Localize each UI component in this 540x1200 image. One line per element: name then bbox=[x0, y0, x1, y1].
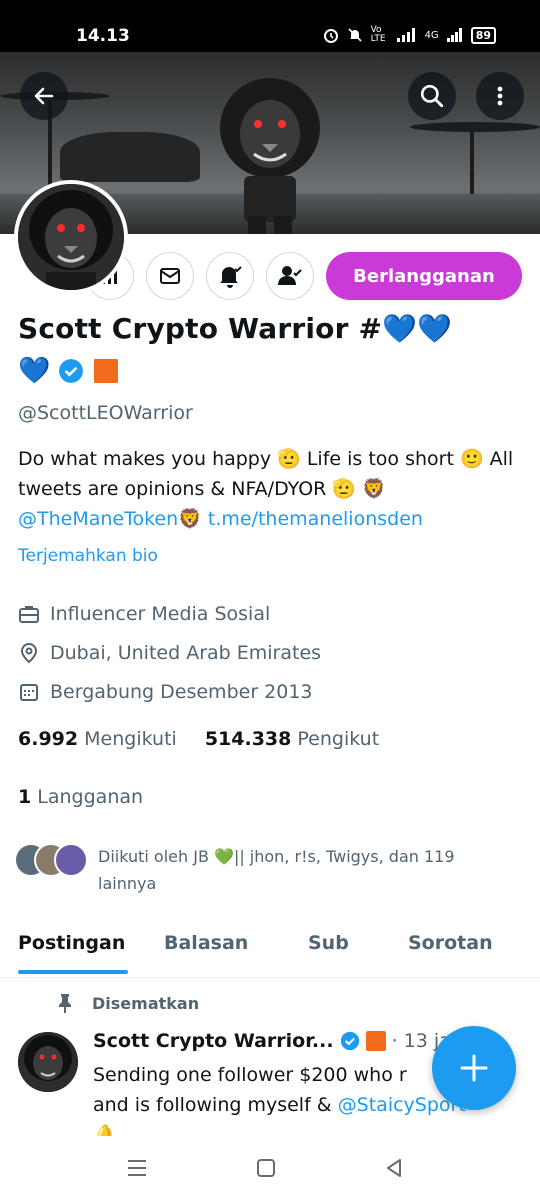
lion-avatar-image bbox=[18, 184, 124, 290]
subscriptions-count: 1 bbox=[18, 786, 32, 808]
plus-icon bbox=[460, 1054, 488, 1082]
followed-by[interactable]: Diikuti oleh JB 💚|| jhon, r!s, Twigys, d… bbox=[14, 843, 508, 897]
profile-joined: Bergabung Desember 2013 bbox=[18, 681, 313, 703]
follower-avatar bbox=[54, 843, 88, 877]
status-icons: Vo LTE 4G 89 bbox=[323, 26, 496, 44]
volte-label: Vo LTE bbox=[370, 25, 386, 44]
profile-category: Influencer Media Sosial bbox=[18, 603, 270, 625]
compose-button[interactable] bbox=[432, 1026, 516, 1110]
lion-avatar-image bbox=[18, 1032, 78, 1092]
name-emoji: 💙 bbox=[18, 356, 51, 386]
location-pin-icon bbox=[20, 642, 38, 664]
pinned-text: Disematkan bbox=[92, 993, 200, 1013]
status-bar: 14.13 Vo LTE 4G 89 bbox=[0, 0, 540, 52]
alarm-icon bbox=[323, 29, 338, 43]
profile-bio: Do what makes you happy 🫡 Life is too sh… bbox=[18, 444, 523, 534]
search-button[interactable] bbox=[408, 72, 456, 120]
tab-replies[interactable]: Balasan bbox=[164, 932, 248, 954]
tab-highlights[interactable]: Sorotan bbox=[408, 932, 493, 954]
tweet-header: Scott Crypto Warrior... · 13 ja bbox=[93, 1030, 451, 1052]
status-time: 14.13 bbox=[76, 26, 130, 46]
calendar-icon bbox=[20, 684, 38, 701]
menu-icon[interactable] bbox=[126, 1158, 148, 1178]
bio-text: Do what makes you happy 🫡 Life is too sh… bbox=[18, 448, 514, 500]
profile-page: 14.13 Vo LTE 4G 89 Berlangganan Scott Cr… bbox=[0, 0, 540, 1200]
follow-button[interactable] bbox=[266, 252, 314, 300]
tab-posts[interactable]: Postingan bbox=[18, 932, 125, 954]
followers-count: 514.338 bbox=[204, 728, 292, 750]
notification-bell-icon bbox=[220, 266, 242, 288]
pinned-label: Disematkan bbox=[56, 993, 199, 1013]
pin-icon bbox=[59, 994, 71, 1013]
more-button[interactable] bbox=[476, 72, 524, 120]
message-icon bbox=[160, 268, 180, 284]
subscriptions-label: Langganan bbox=[37, 786, 144, 808]
follow-user-icon bbox=[278, 266, 302, 285]
verified-badge-icon bbox=[340, 1031, 359, 1051]
back-triangle-icon[interactable] bbox=[384, 1158, 404, 1178]
active-tab-indicator bbox=[18, 970, 128, 974]
profile-avatar[interactable] bbox=[14, 180, 128, 294]
affiliate-badge-icon bbox=[365, 1031, 386, 1051]
notifications-button[interactable] bbox=[206, 252, 254, 300]
following-count: 6.992 bbox=[18, 728, 79, 750]
verified-badge-icon[interactable] bbox=[58, 358, 84, 384]
subscriptions-stat[interactable]: 1 Langganan bbox=[18, 786, 143, 808]
signal-icon-2 bbox=[446, 28, 462, 42]
tweet-author-avatar[interactable] bbox=[18, 1032, 78, 1092]
following-label: Mengikuti bbox=[84, 728, 177, 750]
tab-subs[interactable]: Sub bbox=[308, 932, 349, 954]
profile-name: Scott Crypto Warrior #💙💙 bbox=[18, 312, 453, 345]
tweet-author-name[interactable]: Scott Crypto Warrior... bbox=[93, 1030, 334, 1052]
translate-bio-link[interactable]: Terjemahkan bio bbox=[18, 546, 158, 566]
back-button[interactable] bbox=[20, 72, 68, 120]
search-icon bbox=[420, 84, 444, 108]
bio-telegram-link[interactable]: t.me/themanelionsden bbox=[208, 508, 423, 530]
followers-label: Pengikut bbox=[297, 728, 380, 750]
mute-bell-icon bbox=[347, 28, 362, 42]
tweet-line-2-text: and is following myself & bbox=[93, 1094, 332, 1116]
banner-lion-figure bbox=[220, 78, 320, 234]
subscribe-button[interactable]: Berlangganan bbox=[326, 252, 522, 300]
more-vertical-icon bbox=[497, 86, 503, 106]
back-arrow-icon bbox=[34, 87, 54, 105]
affiliate-badge-icon[interactable] bbox=[92, 357, 121, 385]
followers-stat[interactable]: 514.338 Pengikut bbox=[205, 728, 379, 750]
battery-indicator: 89 bbox=[470, 26, 496, 44]
follow-stats: 6.992 Mengikuti 514.338 Pengikut bbox=[18, 728, 379, 750]
location-label: Dubai, United Arab Emirates bbox=[50, 642, 322, 664]
system-nav-bar bbox=[0, 1136, 540, 1200]
signal-icon bbox=[396, 28, 415, 42]
profile-name-row-2: 💙 bbox=[18, 356, 121, 386]
bio-mention-link[interactable]: @TheManeToken🦁 bbox=[18, 508, 202, 530]
home-square-icon[interactable] bbox=[256, 1158, 276, 1178]
following-stat[interactable]: 6.992 Mengikuti bbox=[18, 728, 177, 750]
profile-location: Dubai, United Arab Emirates bbox=[18, 642, 321, 664]
message-button[interactable] bbox=[146, 252, 194, 300]
network-type-label: 4G bbox=[424, 29, 439, 41]
followed-by-text: Diikuti oleh JB 💚|| jhon, r!s, Twigys, d… bbox=[98, 847, 455, 893]
category-label: Influencer Media Sosial bbox=[50, 603, 271, 625]
joined-label: Bergabung Desember 2013 bbox=[50, 681, 313, 703]
briefcase-icon bbox=[19, 606, 39, 623]
profile-handle: @ScottLEOWarrior bbox=[18, 402, 193, 424]
